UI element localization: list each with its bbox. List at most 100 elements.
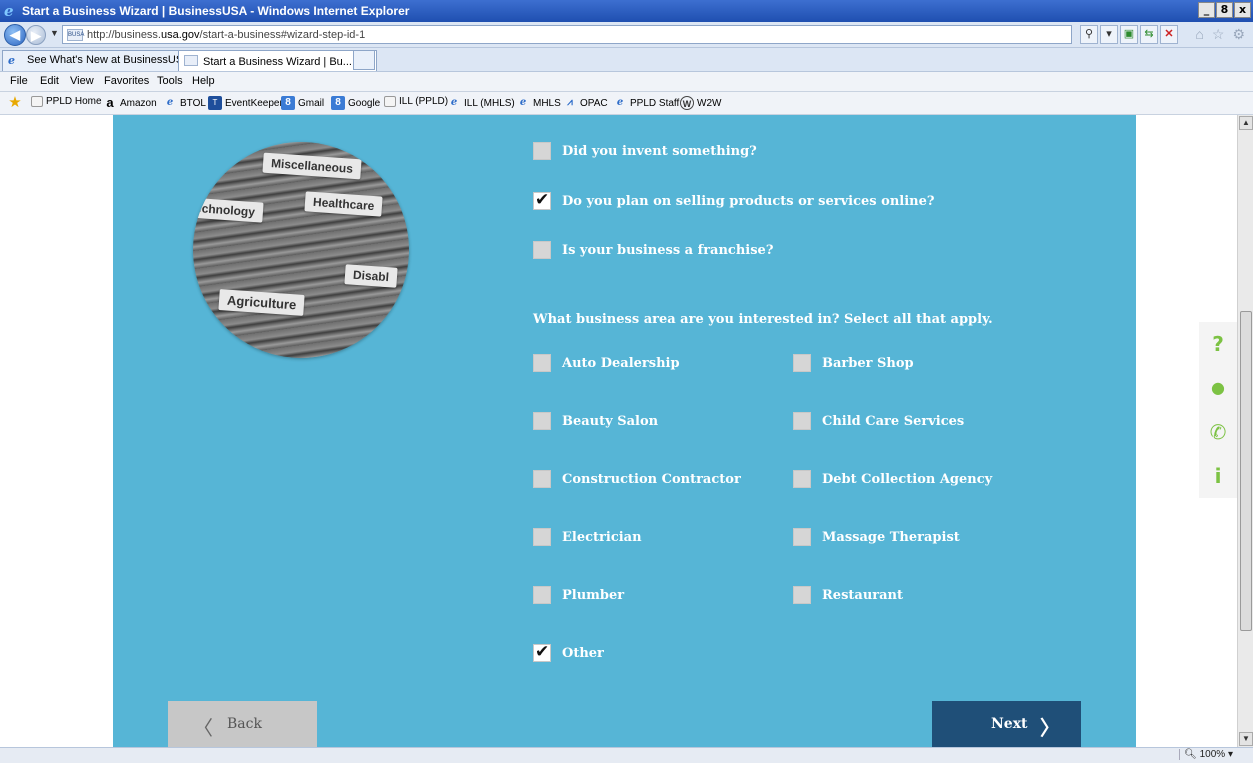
lightbulb-icon[interactable]: ● <box>1199 366 1237 410</box>
window-title: Start a Business Wizard | BusinessUSA - … <box>22 4 410 18</box>
fav-mhls[interactable]: e MHLS <box>516 96 561 110</box>
vertical-scrollbar[interactable]: ▲ ▼ <box>1237 115 1253 747</box>
folder-tab-label: Healthcare <box>304 191 383 217</box>
fav-ill-mhls[interactable]: e ILL (MHLS) <box>447 96 515 110</box>
back-nav-icon[interactable]: ◀ <box>4 24 26 46</box>
checkbox-label[interactable]: Electrician <box>562 530 642 545</box>
checkbox-barber-shop[interactable] <box>793 354 811 372</box>
checkbox-label[interactable]: Auto Dealership <box>562 356 680 371</box>
checkbox-debt-collection[interactable] <box>793 470 811 488</box>
address-input[interactable]: BUSA http://business.usa.gov/start-a-bus… <box>62 25 1072 44</box>
checkbox-label[interactable]: Plumber <box>562 588 624 603</box>
site-favicon-icon: BUSA <box>67 29 84 41</box>
phone-icon[interactable]: ✆ <box>1199 410 1237 454</box>
checkbox-label[interactable]: Barber Shop <box>822 356 914 371</box>
checkbox-franchise[interactable] <box>533 241 551 259</box>
menu-view[interactable]: View <box>70 75 94 87</box>
fav-btol[interactable]: e BTOL <box>163 96 206 110</box>
chevron-left-icon: 〈 <box>193 716 213 740</box>
scroll-up-icon[interactable]: ▲ <box>1239 116 1253 130</box>
scroll-down-icon[interactable]: ▼ <box>1239 732 1253 746</box>
history-dropdown-icon[interactable]: ▼ <box>50 28 59 38</box>
refresh-icon[interactable]: ⇆ <box>1140 25 1158 44</box>
checkbox-massage-therapist[interactable] <box>793 528 811 546</box>
page-icon <box>384 96 396 107</box>
file-folders-image: Miscellaneous echnology Healthcare Disab… <box>193 142 409 358</box>
stop-icon[interactable]: ✕ <box>1160 25 1178 44</box>
fav-google[interactable]: 8 Google <box>331 96 380 110</box>
checkbox-auto-dealership[interactable] <box>533 354 551 372</box>
checkbox-label[interactable]: Do you plan on selling products or servi… <box>562 194 935 209</box>
checkbox-invent[interactable] <box>533 142 551 160</box>
checkbox-plumber[interactable] <box>533 586 551 604</box>
checkbox-restaurant[interactable] <box>793 586 811 604</box>
favorites-star-icon[interactable]: ★ <box>8 95 22 110</box>
menu-tools[interactable]: Tools <box>157 75 183 87</box>
menu-help[interactable]: Help <box>192 75 215 87</box>
checkmark-icon: ✔ <box>535 190 550 210</box>
checkbox-label[interactable]: Child Care Services <box>822 414 964 429</box>
zoom-control[interactable]: 🔍︎ 100% ▾ <box>1179 749 1233 760</box>
fav-w2w[interactable]: W W2W <box>680 96 721 110</box>
folder-tab-label: Agriculture <box>218 289 305 316</box>
checkbox-beauty-salon[interactable] <box>533 412 551 430</box>
checkbox-construction[interactable] <box>533 470 551 488</box>
checkbox-label[interactable]: Construction Contractor <box>562 472 741 487</box>
window-controls: _ 8 x <box>1197 2 1251 18</box>
ie-page-icon: e <box>616 97 624 108</box>
chevron-right-icon: 〉 <box>1040 716 1060 740</box>
fav-opac[interactable]: ⩘ OPAC <box>563 96 607 110</box>
favorites-star-icon[interactable]: ☆ <box>1212 26 1225 43</box>
window-titlebar: e Start a Business Wizard | BusinessUSA … <box>0 0 1253 22</box>
checkbox-label[interactable]: Did you invent something? <box>562 144 757 159</box>
checkbox-child-care[interactable] <box>793 412 811 430</box>
fav-ppld-staff[interactable]: e PPLD Staff <box>613 96 679 110</box>
fav-eventkeeper[interactable]: T EventKeeper <box>208 96 283 110</box>
checkbox-label[interactable]: Debt Collection Agency <box>822 472 992 487</box>
ie-page-icon: e <box>450 97 458 108</box>
next-button[interactable]: Next 〉 <box>932 701 1081 747</box>
checkbox-label[interactable]: Is your business a franchise? <box>562 243 773 258</box>
checkbox-sell-online[interactable]: ✔ <box>533 190 551 210</box>
checkbox-label[interactable]: Beauty Salon <box>562 414 658 429</box>
fav-ill-ppld[interactable]: ILL (PPLD) <box>384 96 448 107</box>
ie-page-icon: e <box>519 97 527 108</box>
back-button[interactable]: 〈 Back <box>168 701 317 747</box>
tab-start-business-wizard[interactable]: Start a Business Wizard | Bu...✕ <box>178 50 378 71</box>
checkbox-label[interactable]: Other <box>562 646 604 661</box>
opac-icon: ⩘ <box>567 97 573 108</box>
fav-amazon[interactable]: a Amazon <box>103 96 156 110</box>
checkbox-electrician[interactable] <box>533 528 551 546</box>
search-dropdown-icon[interactable]: ▾ <box>1100 25 1118 44</box>
minimize-button[interactable]: _ <box>1198 2 1215 18</box>
tab-whats-new[interactable]: e See What's New at BusinessUS... <box>2 50 200 71</box>
address-tools: ⚲ ▾ ▣ ⇆ ✕ <box>1080 25 1178 44</box>
fav-ppld-home[interactable]: PPLD Home <box>31 96 102 107</box>
forward-nav-icon[interactable]: ▶ <box>26 25 46 45</box>
checkbox-other[interactable]: ✔ <box>533 642 551 662</box>
maximize-button[interactable]: 8 <box>1216 2 1233 18</box>
fav-gmail[interactable]: 8 Gmail <box>281 96 324 110</box>
menu-edit[interactable]: Edit <box>40 75 59 87</box>
info-icon[interactable]: i <box>1199 454 1237 498</box>
new-tab-button[interactable] <box>353 50 375 70</box>
scroll-thumb[interactable] <box>1240 311 1252 631</box>
side-tools-panel: ? ● ✆ i <box>1199 322 1237 498</box>
checkbox-label[interactable]: Restaurant <box>822 588 903 603</box>
home-icon[interactable]: ⌂ <box>1195 26 1203 43</box>
page-icon <box>31 96 43 107</box>
compatibility-view-icon[interactable]: ▣ <box>1120 25 1138 44</box>
checkbox-label[interactable]: Massage Therapist <box>822 530 960 545</box>
search-icon[interactable]: ⚲ <box>1080 25 1098 44</box>
w2w-icon: W <box>680 96 694 110</box>
menu-file[interactable]: File <box>10 75 28 87</box>
wizard-panel: Miscellaneous echnology Healthcare Disab… <box>113 115 1136 747</box>
checkmark-icon: ✔ <box>535 642 550 662</box>
close-window-button[interactable]: x <box>1234 2 1251 18</box>
ie-logo-icon: e <box>4 2 14 20</box>
question-icon[interactable]: ? <box>1199 322 1237 366</box>
menu-favorites[interactable]: Favorites <box>104 75 149 87</box>
address-url: http://business.usa.gov/start-a-business… <box>87 29 366 41</box>
gear-icon[interactable]: ⚙ <box>1232 26 1245 43</box>
business-area-question: What business area are you interested in… <box>533 312 993 327</box>
